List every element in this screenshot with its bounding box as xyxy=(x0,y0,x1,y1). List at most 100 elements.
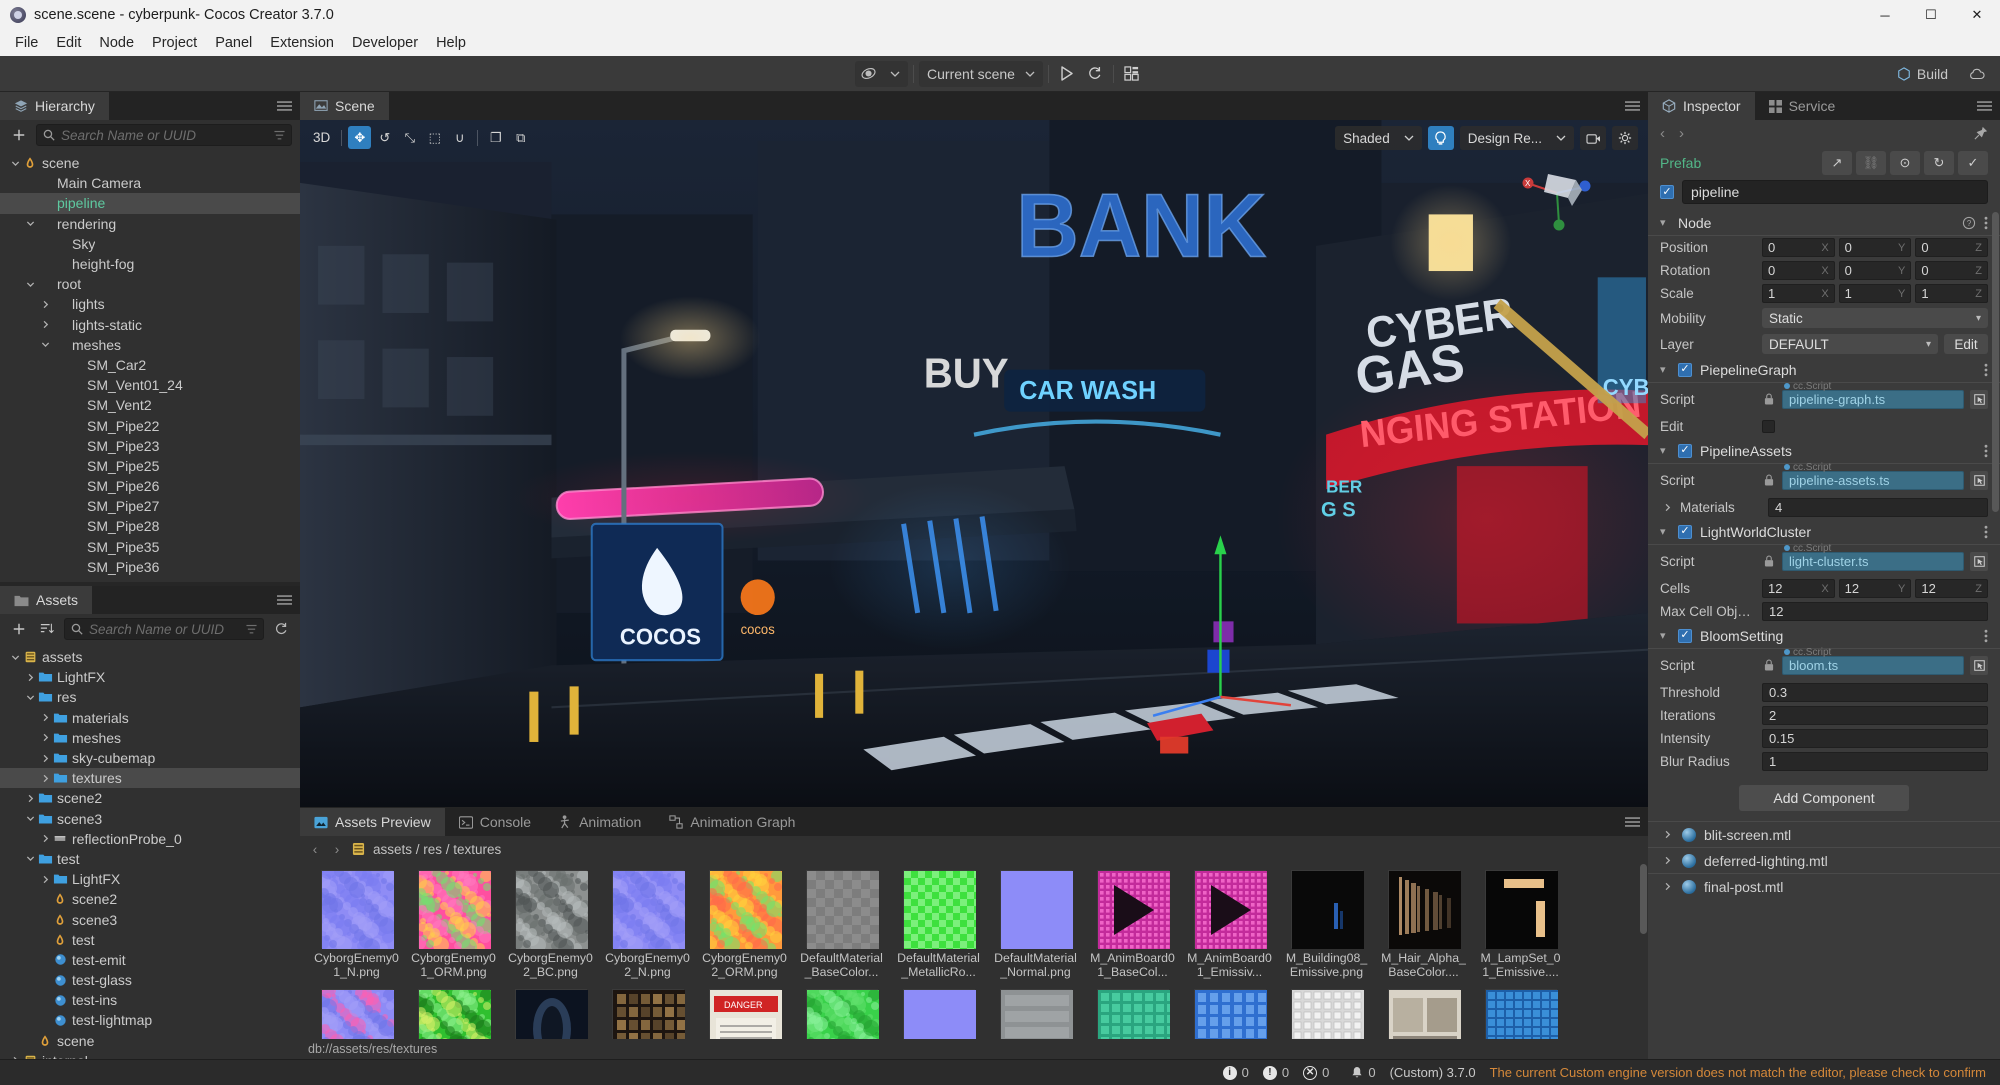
node-name-input[interactable]: pipeline xyxy=(1682,180,1988,204)
chevron-right-icon[interactable] xyxy=(38,713,52,722)
chevron-down-icon[interactable] xyxy=(23,219,37,228)
minimize-button[interactable]: ─ xyxy=(1862,0,1908,30)
camera-icon[interactable] xyxy=(1580,126,1606,150)
component-enabled-checkbox[interactable]: ✓ xyxy=(1678,628,1692,643)
tab-assets-preview[interactable]: Assets Preview xyxy=(300,808,445,836)
revert-prefab-button[interactable]: ↻ xyxy=(1924,151,1954,175)
position-y-input[interactable]: 0Y xyxy=(1838,238,1912,257)
assets-preview-grid[interactable]: CyborgEnemy01_N.png CyborgEnemy01_ORM.png… xyxy=(300,862,1648,1039)
inspector-menu-icon[interactable] xyxy=(1977,92,1992,120)
asset-item[interactable]: DefaultMaterial_MetallicRo... xyxy=(896,870,981,979)
hierarchy-row-root[interactable]: root xyxy=(0,274,300,294)
hierarchy-row-sm-pipe38[interactable]: SM_Pipe38 xyxy=(0,577,300,582)
asset-item[interactable]: DefaultMaterial_Normal.png xyxy=(993,870,1078,979)
play-icon[interactable] xyxy=(1054,61,1080,87)
component-header-pipelineassets[interactable]: ▾ ✓ PipelineAssets xyxy=(1648,438,2000,464)
menu-file[interactable]: File xyxy=(6,32,47,54)
hierarchy-row-sm-pipe27[interactable]: SM_Pipe27 xyxy=(0,496,300,516)
axis-gizmo[interactable]: X xyxy=(1518,154,1596,232)
script-asset-field[interactable]: pipeline-assets.ts xyxy=(1782,470,1964,490)
hierarchy-row-sm-pipe22[interactable]: SM_Pipe22 xyxy=(0,415,300,435)
chevron-right-icon[interactable] xyxy=(1660,882,1674,891)
assets-row-scene3[interactable]: scene3 xyxy=(0,809,300,829)
tab-animation-graph[interactable]: Animation Graph xyxy=(655,808,810,836)
chevron-down-icon[interactable] xyxy=(23,814,37,823)
design-resolution-dropdown[interactable]: Design Re... xyxy=(1459,126,1574,150)
asset-item[interactable] xyxy=(799,989,884,1039)
position-x-input[interactable]: 0X xyxy=(1762,238,1835,257)
scene-3d-toggle[interactable]: 3D xyxy=(308,130,335,145)
hierarchy-row-sky[interactable]: Sky xyxy=(0,234,300,254)
assets-row-scene2[interactable]: scene2 xyxy=(0,788,300,808)
hierarchy-row-sm-vent2[interactable]: SM_Vent2 xyxy=(0,395,300,415)
scale-y-input[interactable]: 1Y xyxy=(1838,284,1912,303)
assets-row-test-ins[interactable]: test-ins xyxy=(0,990,300,1010)
kebab-icon[interactable] xyxy=(1984,444,1988,458)
asset-item[interactable]: M_LampSet_01_Emissive.... xyxy=(1478,870,1563,979)
hierarchy-row-sm-pipe23[interactable]: SM_Pipe23 xyxy=(0,436,300,456)
script-asset-field[interactable]: pipeline-graph.ts xyxy=(1782,389,1964,409)
chevron-down-icon[interactable] xyxy=(8,159,22,168)
help-icon[interactable]: ? xyxy=(1962,216,1976,230)
hierarchy-add-node-button[interactable] xyxy=(8,124,30,146)
property-input[interactable]: 4 xyxy=(1768,498,1988,517)
component-enabled-checkbox[interactable]: ✓ xyxy=(1678,524,1692,539)
position-z-input[interactable]: 0Z xyxy=(1915,238,1989,257)
kebab-icon[interactable] xyxy=(1984,216,1988,230)
hierarchy-search-input[interactable]: Search Name or UUID xyxy=(36,124,292,146)
select-asset-button[interactable] xyxy=(1970,389,1988,409)
node-enabled-checkbox[interactable]: ✓ xyxy=(1660,185,1674,199)
hierarchy-row-sm-vent01-24[interactable]: SM_Vent01_24 xyxy=(0,375,300,395)
locate-prefab-button[interactable]: ⊙ xyxy=(1890,151,1920,175)
status-notifications[interactable]: 0 xyxy=(1351,1065,1376,1080)
assets-menu-icon[interactable] xyxy=(277,586,292,614)
assets-grid-scrollbar[interactable] xyxy=(1640,864,1647,934)
assets-row-sky-cubemap[interactable]: sky-cubemap xyxy=(0,748,300,768)
assets-tree[interactable]: assets LightFX res materials meshes sky-cubem… xyxy=(0,644,300,1059)
status-info[interactable]: i 0 xyxy=(1222,1065,1249,1080)
scale-tool[interactable]: ⤡ xyxy=(398,126,421,149)
component-header-lightworldcluster[interactable]: ▾ ✓ LightWorldCluster xyxy=(1648,519,2000,545)
asset-item[interactable] xyxy=(1478,989,1563,1039)
hierarchy-row-rendering[interactable]: rendering xyxy=(0,214,300,234)
asset-item[interactable]: M_Hair_Alpha_BaseColor.... xyxy=(1381,870,1466,979)
select-asset-button[interactable] xyxy=(1970,551,1988,571)
kebab-icon[interactable] xyxy=(1984,629,1988,643)
asset-item[interactable] xyxy=(1090,989,1175,1039)
asset-item[interactable] xyxy=(411,989,496,1039)
asset-item[interactable] xyxy=(896,989,981,1039)
chevron-right-icon[interactable] xyxy=(23,673,37,682)
chevron-right-icon[interactable] xyxy=(23,794,37,803)
apply-prefab-button[interactable]: ✓ xyxy=(1958,151,1988,175)
assets-row-assets[interactable]: assets xyxy=(0,647,300,667)
menu-developer[interactable]: Developer xyxy=(343,32,427,54)
pivot-tool[interactable]: ❐ xyxy=(484,126,507,149)
chevron-right-icon[interactable] xyxy=(8,1056,22,1059)
inspector-scrollbar[interactable] xyxy=(1992,212,1999,512)
inspector-back-button[interactable]: ‹ xyxy=(1660,125,1665,142)
tab-animation[interactable]: Animation xyxy=(545,808,656,836)
assets-row-lightfx[interactable]: LightFX xyxy=(0,667,300,687)
status-warning[interactable]: ! 0 xyxy=(1262,1065,1289,1080)
hierarchy-row-scene[interactable]: scene xyxy=(0,153,300,173)
property-input[interactable]: 1 xyxy=(1762,752,1988,771)
assets-row-reflectionprobe-0[interactable]: reflectionProbe_0 xyxy=(0,829,300,849)
hierarchy-search-clear-icon[interactable] xyxy=(274,130,285,141)
preview-device-dropdown[interactable] xyxy=(882,61,908,87)
asset-item[interactable] xyxy=(1284,989,1369,1039)
component-header-bloomsetting[interactable]: ▾ ✓ BloomSetting xyxy=(1648,623,2000,649)
chevron-right-icon[interactable] xyxy=(1660,503,1674,512)
property-input[interactable]: 2 xyxy=(1762,706,1988,725)
build-button[interactable]: Build xyxy=(1889,63,1956,85)
component-enabled-checkbox[interactable]: ✓ xyxy=(1678,443,1692,458)
tab-service[interactable]: Service xyxy=(1754,92,1850,120)
asset-item[interactable] xyxy=(508,989,593,1039)
browser-icon[interactable] xyxy=(855,61,882,87)
kebab-icon[interactable] xyxy=(1984,525,1988,539)
pin-icon[interactable] xyxy=(1974,126,1988,140)
tab-hierarchy[interactable]: Hierarchy xyxy=(0,92,109,120)
assets-row-test[interactable]: test xyxy=(0,930,300,950)
asset-item[interactable] xyxy=(993,989,1078,1039)
menu-extension[interactable]: Extension xyxy=(261,32,343,54)
material-row[interactable]: deferred-lighting.mtl xyxy=(1648,847,2000,873)
